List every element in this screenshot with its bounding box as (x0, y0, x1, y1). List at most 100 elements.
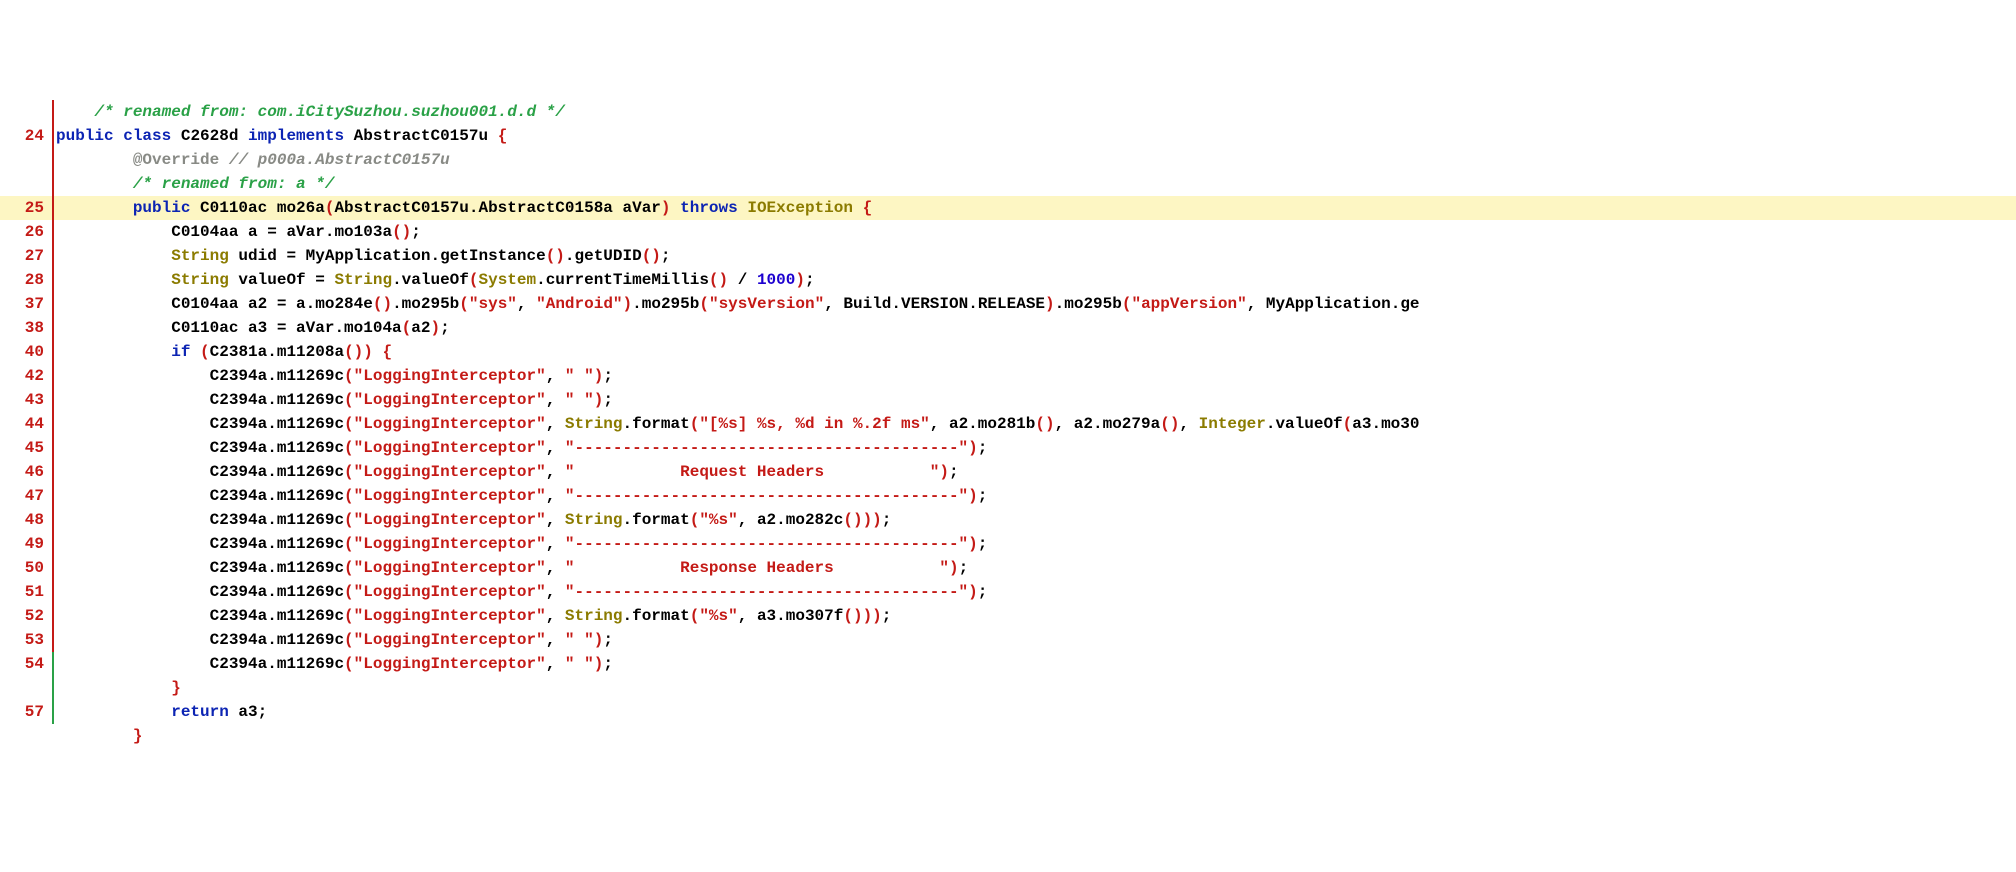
code-line: 24public class C2628d implements Abstrac… (0, 124, 2016, 148)
code-content: String udid = MyApplication.getInstance(… (56, 244, 2016, 268)
code-line: /* renamed from: com.iCitySuzhou.suzhou0… (0, 100, 2016, 124)
code-content: String valueOf = String.valueOf(System.c… (56, 268, 2016, 292)
line-number: 53 (0, 628, 52, 652)
code-content: C2394a.m11269c("LoggingInterceptor", Str… (56, 412, 2016, 436)
change-marker (52, 460, 54, 484)
line-number: 42 (0, 364, 52, 388)
code-content: C2394a.m11269c("LoggingInterceptor", " "… (56, 364, 2016, 388)
line-number: 45 (0, 436, 52, 460)
code-line: 49 C2394a.m11269c("LoggingInterceptor", … (0, 532, 2016, 556)
code-line: 44 C2394a.m11269c("LoggingInterceptor", … (0, 412, 2016, 436)
code-content: C2394a.m11269c("LoggingInterceptor", Str… (56, 604, 2016, 628)
change-marker (52, 532, 54, 556)
change-marker (52, 436, 54, 460)
code-content: } (56, 676, 2016, 700)
change-marker (52, 340, 54, 364)
code-line: 42 C2394a.m11269c("LoggingInterceptor", … (0, 364, 2016, 388)
code-content: } (56, 724, 2016, 748)
line-number: 49 (0, 532, 52, 556)
code-line: 28 String valueOf = String.valueOf(Syste… (0, 268, 2016, 292)
code-line: 50 C2394a.m11269c("LoggingInterceptor", … (0, 556, 2016, 580)
code-line: 27 String udid = MyApplication.getInstan… (0, 244, 2016, 268)
code-line: 51 C2394a.m11269c("LoggingInterceptor", … (0, 580, 2016, 604)
change-marker (52, 268, 54, 292)
code-line: 47 C2394a.m11269c("LoggingInterceptor", … (0, 484, 2016, 508)
code-content: C2394a.m11269c("LoggingInterceptor", " "… (56, 388, 2016, 412)
code-content: @Override // p000a.AbstractC0157u (56, 148, 2016, 172)
code-content: C0104aa a = aVar.mo103a(); (56, 220, 2016, 244)
line-number: 48 (0, 508, 52, 532)
line-number: 54 (0, 652, 52, 676)
code-content: C2394a.m11269c("LoggingInterceptor", " R… (56, 556, 2016, 580)
code-content: C2394a.m11269c("LoggingInterceptor", " R… (56, 460, 2016, 484)
change-marker (52, 124, 54, 148)
change-marker (52, 196, 54, 220)
change-marker (52, 724, 54, 748)
code-content: C0110ac a3 = aVar.mo104a(a2); (56, 316, 2016, 340)
line-number: 28 (0, 268, 52, 292)
code-line: 52 C2394a.m11269c("LoggingInterceptor", … (0, 604, 2016, 628)
change-marker (52, 100, 54, 124)
change-marker (52, 412, 54, 436)
line-number: 57 (0, 700, 52, 724)
code-line: @Override // p000a.AbstractC0157u (0, 148, 2016, 172)
line-number: 26 (0, 220, 52, 244)
change-marker (52, 676, 54, 700)
code-line: 37 C0104aa a2 = a.mo284e().mo295b("sys",… (0, 292, 2016, 316)
line-number: 38 (0, 316, 52, 340)
code-line: 57 return a3; (0, 700, 2016, 724)
change-marker (52, 364, 54, 388)
line-number: 50 (0, 556, 52, 580)
code-content: /* renamed from: a */ (56, 172, 2016, 196)
change-marker (52, 652, 54, 676)
code-line: 45 C2394a.m11269c("LoggingInterceptor", … (0, 436, 2016, 460)
change-marker (52, 316, 54, 340)
code-content: C2394a.m11269c("LoggingInterceptor", "--… (56, 484, 2016, 508)
code-content: if (C2381a.m11208a()) { (56, 340, 2016, 364)
change-marker (52, 700, 54, 724)
code-line: 43 C2394a.m11269c("LoggingInterceptor", … (0, 388, 2016, 412)
code-line: 25 public C0110ac mo26a(AbstractC0157u.A… (0, 196, 2016, 220)
code-content: public class C2628d implements AbstractC… (56, 124, 2016, 148)
code-content: C2394a.m11269c("LoggingInterceptor", "--… (56, 532, 2016, 556)
line-number: 40 (0, 340, 52, 364)
change-marker (52, 508, 54, 532)
change-marker (52, 172, 54, 196)
line-number: 25 (0, 196, 52, 220)
code-line: 26 C0104aa a = aVar.mo103a(); (0, 220, 2016, 244)
code-content: return a3; (56, 700, 2016, 724)
change-marker (52, 580, 54, 604)
line-number: 46 (0, 460, 52, 484)
change-marker (52, 388, 54, 412)
change-marker (52, 220, 54, 244)
change-marker (52, 484, 54, 508)
code-line: 46 C2394a.m11269c("LoggingInterceptor", … (0, 460, 2016, 484)
code-content: C2394a.m11269c("LoggingInterceptor", "--… (56, 580, 2016, 604)
code-line: 48 C2394a.m11269c("LoggingInterceptor", … (0, 508, 2016, 532)
line-number: 43 (0, 388, 52, 412)
code-content: /* renamed from: com.iCitySuzhou.suzhou0… (56, 100, 2016, 124)
change-marker (52, 244, 54, 268)
change-marker (52, 556, 54, 580)
code-content: C2394a.m11269c("LoggingInterceptor", Str… (56, 508, 2016, 532)
code-line: 40 if (C2381a.m11208a()) { (0, 340, 2016, 364)
code-viewer: /* renamed from: com.iCitySuzhou.suzhou0… (0, 96, 2016, 752)
line-number: 47 (0, 484, 52, 508)
line-number: 27 (0, 244, 52, 268)
code-line: } (0, 724, 2016, 748)
code-content: C2394a.m11269c("LoggingInterceptor", " "… (56, 628, 2016, 652)
line-number: 51 (0, 580, 52, 604)
line-number: 24 (0, 124, 52, 148)
code-content: C2394a.m11269c("LoggingInterceptor", " "… (56, 652, 2016, 676)
change-marker (52, 628, 54, 652)
code-content: C2394a.m11269c("LoggingInterceptor", "--… (56, 436, 2016, 460)
code-content: public C0110ac mo26a(AbstractC0157u.Abst… (56, 196, 2016, 220)
code-line: /* renamed from: a */ (0, 172, 2016, 196)
code-line: 53 C2394a.m11269c("LoggingInterceptor", … (0, 628, 2016, 652)
change-marker (52, 604, 54, 628)
change-marker (52, 292, 54, 316)
code-line: 38 C0110ac a3 = aVar.mo104a(a2); (0, 316, 2016, 340)
code-line: 54 C2394a.m11269c("LoggingInterceptor", … (0, 652, 2016, 676)
code-content: C0104aa a2 = a.mo284e().mo295b("sys", "A… (56, 292, 2016, 316)
line-number: 44 (0, 412, 52, 436)
